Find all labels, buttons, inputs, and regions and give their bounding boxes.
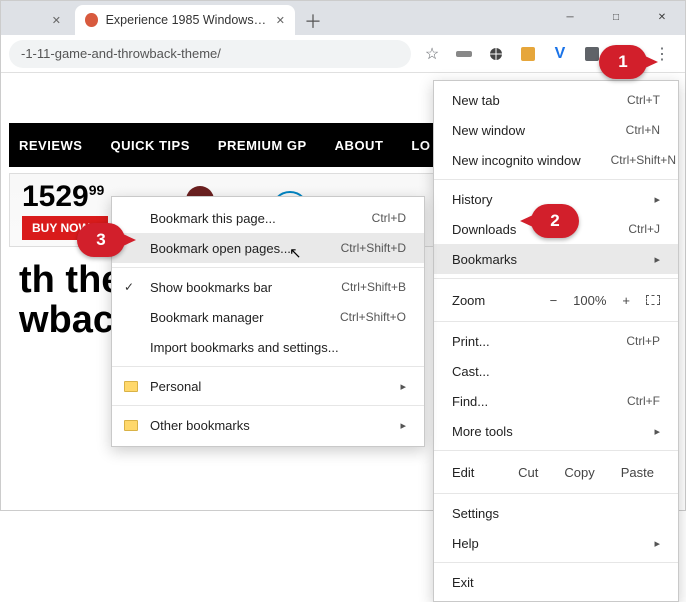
menu-show-bookmarks-bar[interactable]: ✓Show bookmarks barCtrl+Shift+B xyxy=(112,272,424,302)
extension-icon[interactable] xyxy=(455,45,473,63)
nav-link[interactable]: REVIEWS xyxy=(19,138,82,153)
tab-inactive[interactable]: ✕ xyxy=(11,5,71,35)
chevron-right-icon: ▸ xyxy=(400,419,406,432)
menu-help[interactable]: Help▸ xyxy=(434,528,678,558)
menu-separator xyxy=(112,405,424,406)
annotation-callout-3: 3 xyxy=(77,223,125,257)
menu-separator xyxy=(434,278,678,279)
menu-settings[interactable]: Settings xyxy=(434,498,678,528)
menu-exit[interactable]: Exit xyxy=(434,567,678,597)
menu-folder-personal[interactable]: Personal▸ xyxy=(112,371,424,401)
bookmarks-submenu: Bookmark this page...Ctrl+D Bookmark ope… xyxy=(111,196,425,447)
paste-button[interactable]: Paste xyxy=(615,465,660,480)
folder-icon xyxy=(124,420,138,431)
extension-icon[interactable] xyxy=(487,45,505,63)
chevron-right-icon: ▸ xyxy=(654,425,660,438)
window-close-button[interactable]: ✕ xyxy=(639,1,685,33)
menu-bookmark-open-pages[interactable]: Bookmark open pages...Ctrl+Shift+D xyxy=(112,233,424,263)
chevron-right-icon: ▸ xyxy=(400,380,406,393)
annotation-callout-1: 1 xyxy=(599,45,647,79)
menu-separator xyxy=(434,321,678,322)
chrome-main-menu: New tabCtrl+T New windowCtrl+N New incog… xyxy=(433,80,679,602)
extension-icon[interactable]: V xyxy=(551,45,569,63)
nav-link[interactable]: PREMIUM GP xyxy=(218,138,307,153)
zoom-value: 100% xyxy=(573,293,606,308)
chevron-right-icon: ▸ xyxy=(654,193,660,206)
menu-bookmark-this-page[interactable]: Bookmark this page...Ctrl+D xyxy=(112,203,424,233)
close-icon[interactable]: ✕ xyxy=(276,14,285,27)
folder-icon xyxy=(124,381,138,392)
ad-price: 152999 xyxy=(22,180,108,214)
nav-link[interactable]: QUICK TIPS xyxy=(110,138,189,153)
annotation-callout-2: 2 xyxy=(531,204,579,238)
url-text: -1-11-game-and-throwback-theme/ xyxy=(21,46,221,61)
tab-active[interactable]: Experience 1985 Windows with t ✕ xyxy=(75,5,295,35)
menu-bookmarks[interactable]: Bookmarks▸ xyxy=(434,244,678,274)
window-maximize-button[interactable]: □ xyxy=(593,1,639,33)
menu-separator xyxy=(434,562,678,563)
fullscreen-icon[interactable] xyxy=(646,295,660,305)
menu-separator xyxy=(112,267,424,268)
menu-new-window[interactable]: New windowCtrl+N xyxy=(434,115,678,145)
cut-button[interactable]: Cut xyxy=(512,465,544,480)
window-minimize-button[interactable]: ─ xyxy=(547,1,593,33)
zoom-in-button[interactable]: + xyxy=(622,293,630,308)
copy-button[interactable]: Copy xyxy=(558,465,600,480)
menu-separator xyxy=(434,179,678,180)
menu-find[interactable]: Find...Ctrl+F xyxy=(434,386,678,416)
menu-new-incognito[interactable]: New incognito windowCtrl+Shift+N xyxy=(434,145,678,175)
menu-bookmark-manager[interactable]: Bookmark managerCtrl+Shift+O xyxy=(112,302,424,332)
menu-import-bookmarks[interactable]: Import bookmarks and settings... xyxy=(112,332,424,362)
zoom-out-button[interactable]: − xyxy=(550,293,558,308)
check-icon: ✓ xyxy=(124,280,134,294)
chevron-right-icon: ▸ xyxy=(654,253,660,266)
site-favicon xyxy=(85,13,98,27)
menu-separator xyxy=(434,493,678,494)
close-icon[interactable]: ✕ xyxy=(52,14,61,27)
menu-separator xyxy=(112,366,424,367)
new-tab-button[interactable]: ＋ xyxy=(299,7,327,35)
menu-folder-other-bookmarks[interactable]: Other bookmarks▸ xyxy=(112,410,424,440)
menu-more-tools[interactable]: More tools▸ xyxy=(434,416,678,446)
menu-zoom: Zoom − 100% + xyxy=(434,283,678,317)
nav-link[interactable]: ABOUT xyxy=(335,138,384,153)
chevron-right-icon: ▸ xyxy=(654,537,660,550)
menu-cast[interactable]: Cast... xyxy=(434,356,678,386)
star-icon[interactable]: ☆ xyxy=(423,45,441,63)
menu-new-tab[interactable]: New tabCtrl+T xyxy=(434,85,678,115)
menu-separator xyxy=(434,450,678,451)
extension-icon[interactable] xyxy=(519,45,537,63)
menu-print[interactable]: Print...Ctrl+P xyxy=(434,326,678,356)
browser-toolbar: -1-11-game-and-throwback-theme/ ☆ V ⋮ xyxy=(1,35,685,73)
nav-link[interactable]: LO xyxy=(411,138,430,153)
menu-edit-row: Edit Cut Copy Paste xyxy=(434,455,678,489)
tab-title: Experience 1985 Windows with t xyxy=(106,13,268,27)
address-bar[interactable]: -1-11-game-and-throwback-theme/ xyxy=(9,40,411,68)
